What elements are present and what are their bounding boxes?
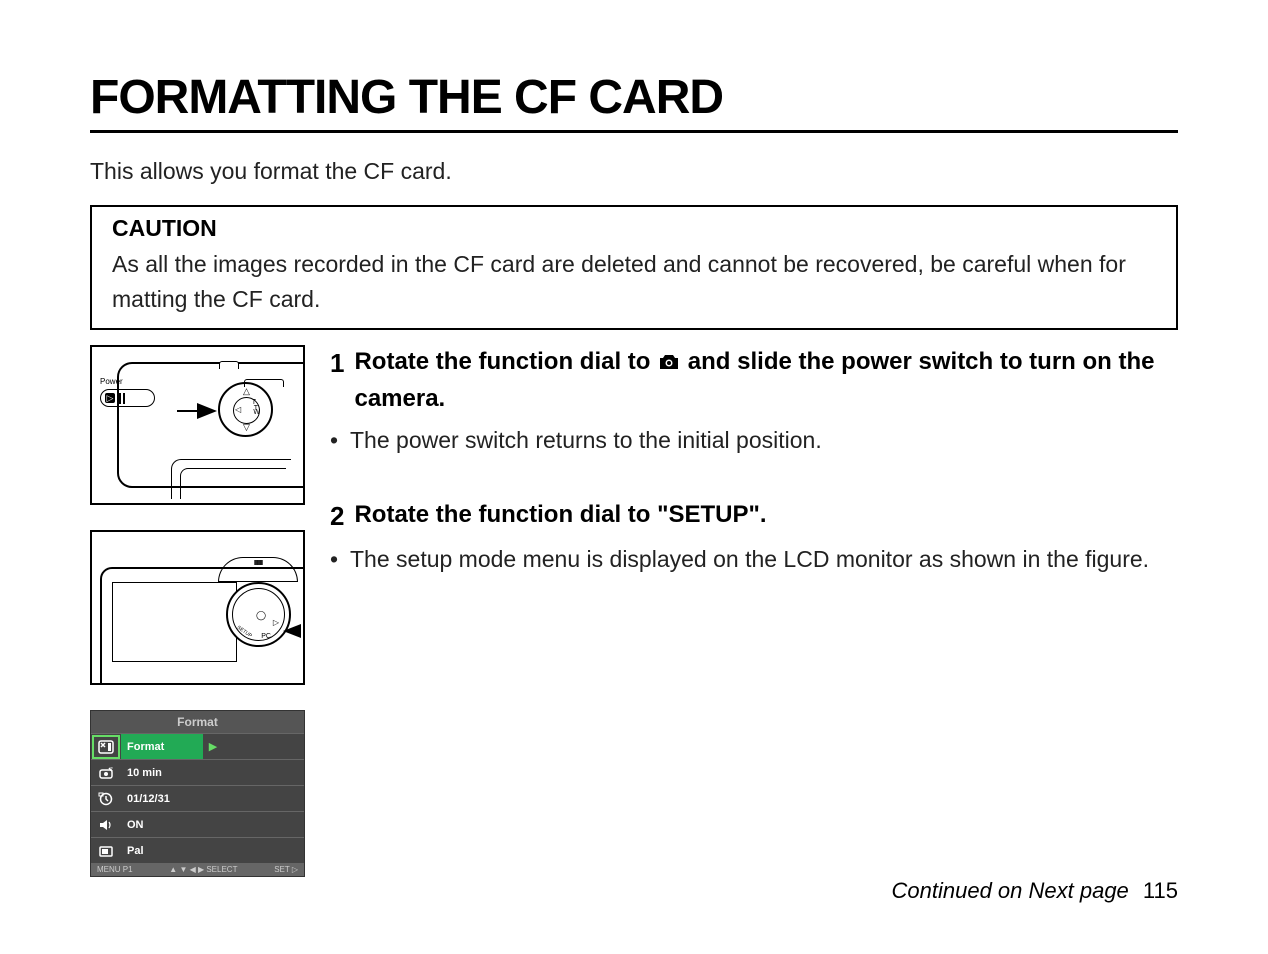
speaker-icon	[92, 813, 120, 837]
page-title: FORMATTING THE CF CARD	[90, 70, 1178, 133]
menu-label: 01/12/31	[121, 786, 203, 811]
format-icon	[92, 735, 120, 759]
menu-label: Format	[121, 734, 203, 759]
menu-row-date: 01/12/31	[91, 785, 304, 811]
step-number: 2	[330, 498, 344, 534]
right-column: 1 Rotate the function dial to and slide …	[330, 345, 1178, 877]
menu-footer: MENU P1 ▲ ▼ ◀ ▶ SELECT SET ▷	[91, 863, 304, 876]
power-label: Power	[100, 377, 123, 386]
lcd-menu-screenshot: Format Format ▶ z 10 min 01/12/31	[90, 710, 305, 877]
step-1-header: 1 Rotate the function dial to and slide …	[330, 345, 1178, 415]
step-2-header: 2 Rotate the function dial to "SETUP".	[330, 498, 1178, 534]
camera-mode-icon	[657, 348, 681, 382]
menu-label: ON	[121, 812, 203, 837]
page-footer: Continued on Next page 115	[892, 878, 1179, 904]
clock-icon	[92, 787, 120, 811]
intro-text: This allows you format the CF card.	[90, 158, 1178, 185]
svg-text:z: z	[110, 767, 113, 773]
arrow-icon	[283, 624, 301, 638]
caution-text: As all the images recorded in the CF car…	[112, 247, 1156, 316]
power-switch-graphic: ▷	[100, 389, 155, 407]
menu-label: Pal	[121, 838, 203, 863]
menu-label: 10 min	[121, 760, 203, 785]
mode-dial-graphic: ◯ SETUP ▷ PC	[226, 582, 291, 647]
caution-label: CAUTION	[112, 215, 1156, 242]
caution-box: CAUTION As all the images recorded in th…	[90, 205, 1178, 330]
camera-back-diagram: Power ▷ △ ▽ ◁ T T W	[90, 345, 305, 505]
timer-icon: z	[92, 761, 120, 785]
step-2-bullet: •The setup mode menu is displayed on the…	[330, 542, 1178, 577]
menu-row-format: Format ▶	[91, 733, 304, 759]
arrow-icon	[197, 403, 217, 419]
step-1-bullet: •The power switch returns to the initial…	[330, 423, 1178, 458]
menu-arrow-icon: ▶	[203, 740, 223, 753]
dpad-graphic: △ ▽ ◁ T	[218, 382, 273, 437]
step-number: 1	[330, 345, 344, 415]
continued-text: Continued on Next page	[892, 878, 1129, 903]
menu-row-video: Pal	[91, 837, 304, 863]
menu-row-timer: z 10 min	[91, 759, 304, 785]
left-column: Power ▷ △ ▽ ◁ T T W ||||||||||||||||||||…	[90, 345, 305, 877]
menu-header: Format	[91, 711, 304, 733]
content-row: Power ▷ △ ▽ ◁ T T W ||||||||||||||||||||…	[90, 345, 1178, 877]
tv-icon	[92, 839, 120, 863]
camera-top-diagram: |||||||||||||||||||||||||||| ◯ SETUP ▷ P…	[90, 530, 305, 685]
menu-row-sound: ON	[91, 811, 304, 837]
page-number: 115	[1143, 878, 1178, 903]
